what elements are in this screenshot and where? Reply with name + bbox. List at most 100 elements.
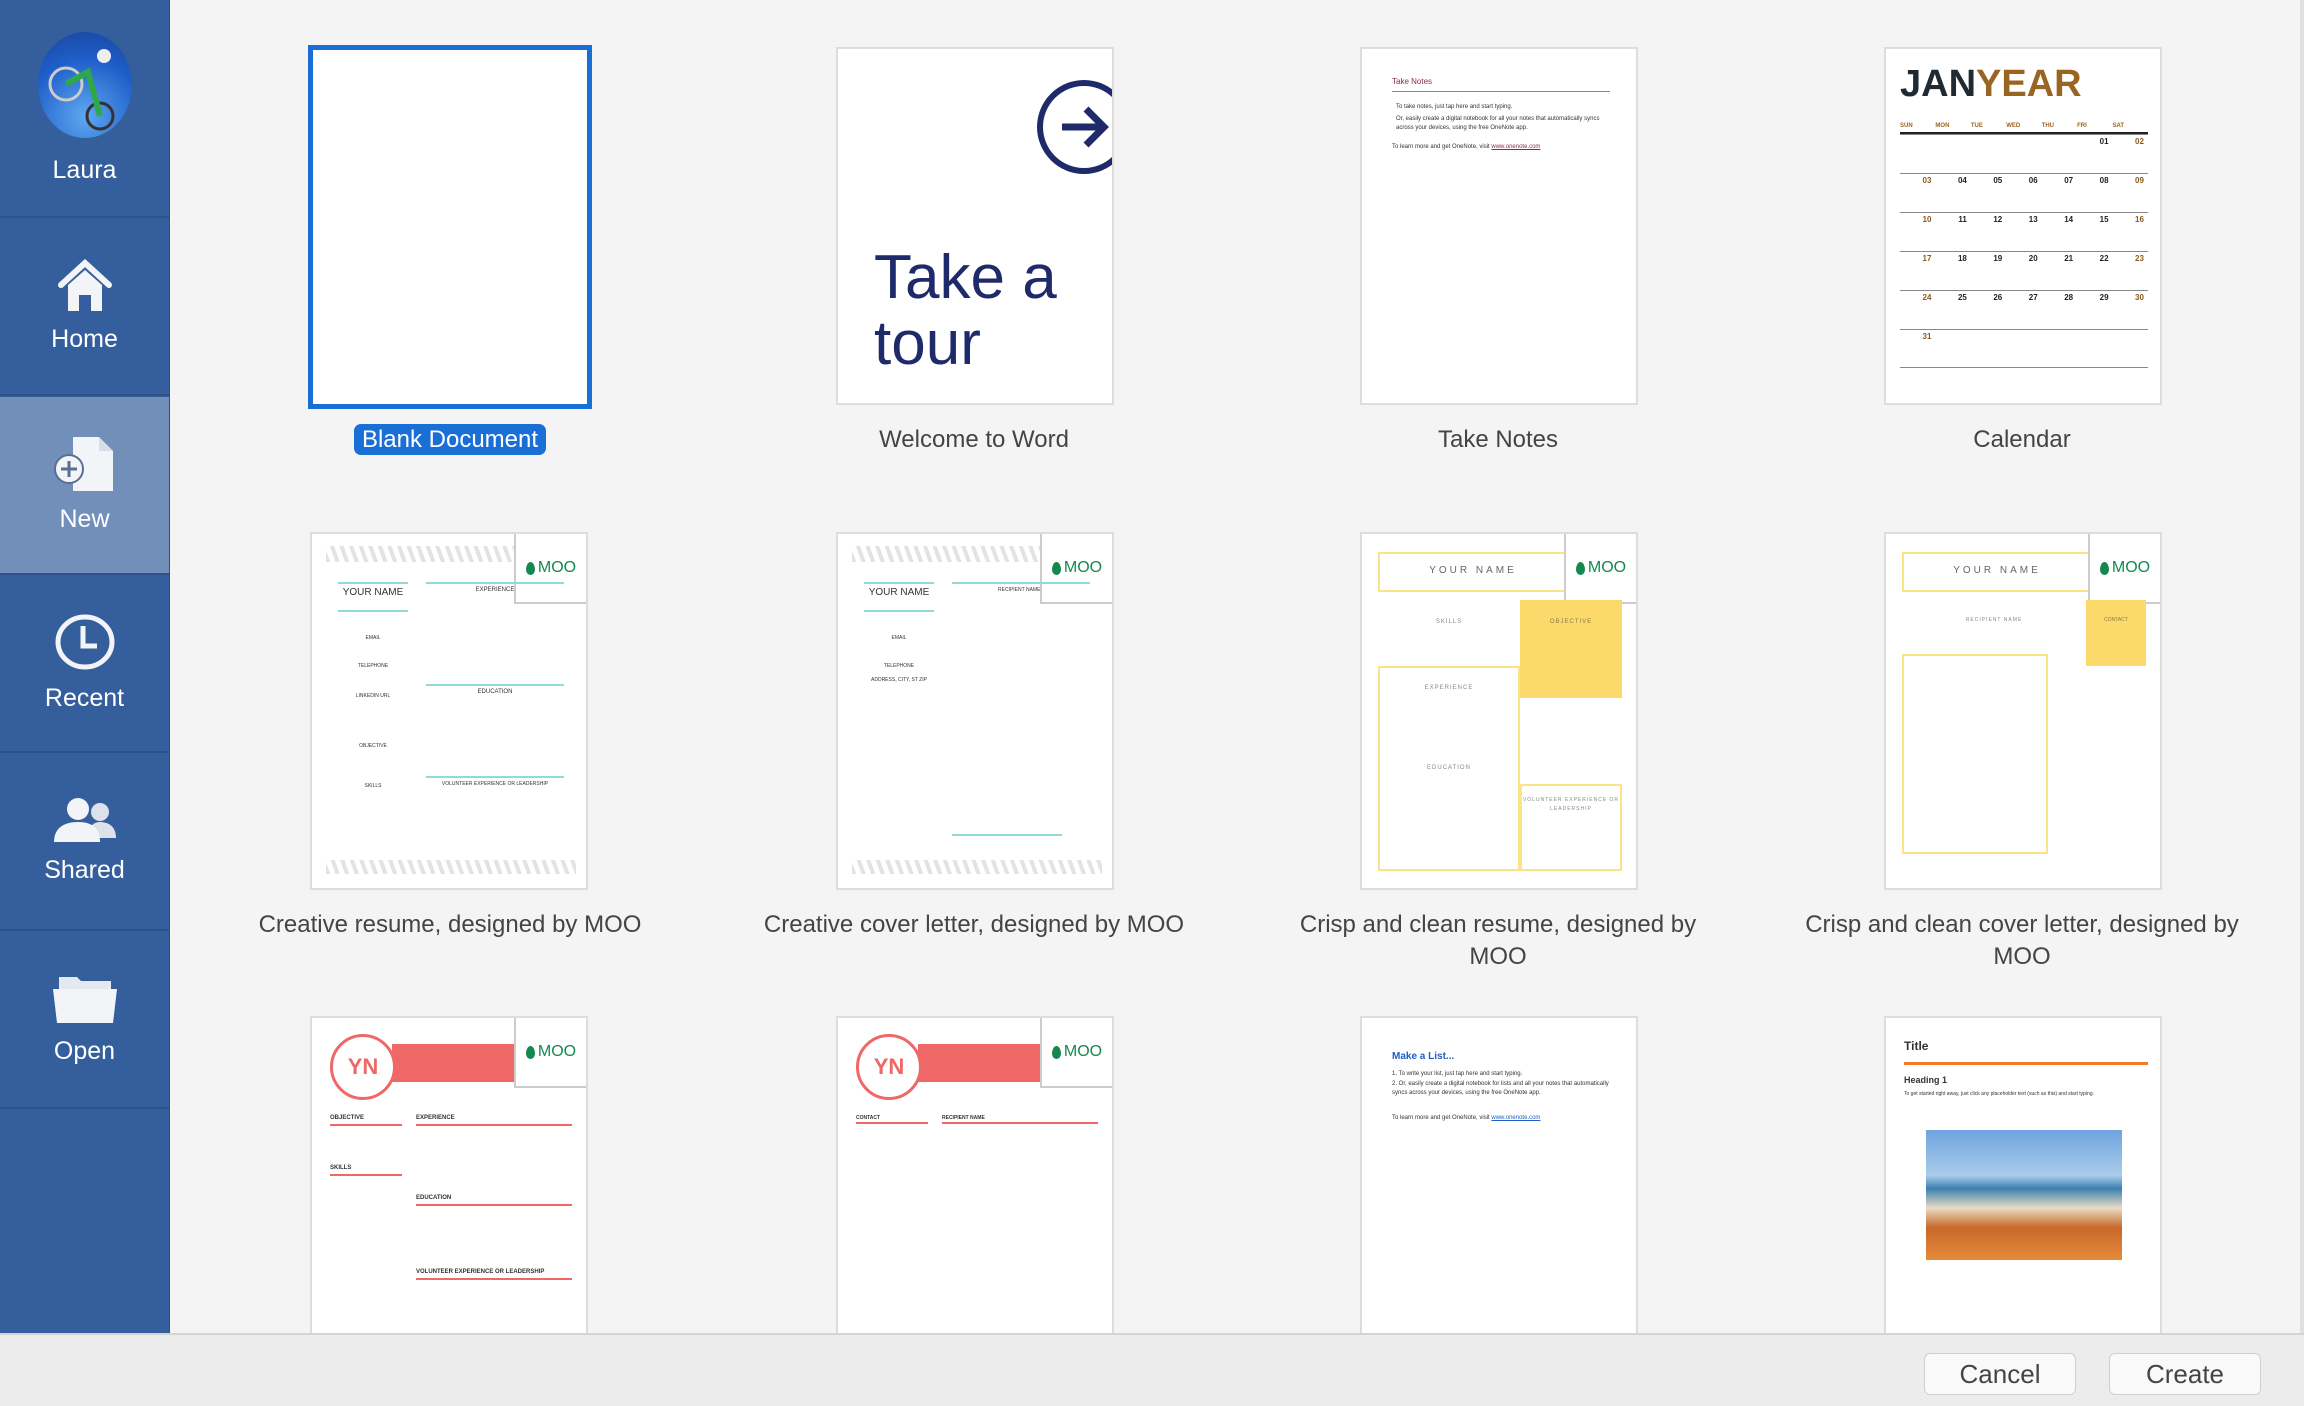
calendar-day-header: THU <box>2041 123 2055 129</box>
list-item: Or, easily create a digital notebook for… <box>1392 1081 1609 1096</box>
avatar <box>37 31 132 138</box>
calendar-day: 10 <box>1922 215 1932 224</box>
calendar-day: 09 <box>2135 176 2144 185</box>
resume-section: EXPERIENCE <box>1424 685 1474 691</box>
calendar-day: 04 <box>1957 176 1967 185</box>
template-make-a-list[interactable]: Make a List... 1. To write your list, ju… <box>1360 1016 1638 1374</box>
calendar-day: 05 <box>1993 176 2003 185</box>
template-label: Calendar <box>1973 426 2071 453</box>
list-footer: To learn more and get OneNote, visit www… <box>1392 1115 1541 1121</box>
calendar-day: 31 <box>1922 332 1932 341</box>
doc-body: To get started right away, just click an… <box>1904 1091 2094 1097</box>
calendar-day: 08 <box>2099 176 2109 185</box>
tour-title: Take a tour <box>874 243 1057 378</box>
doc-title: Title <box>1904 1039 1929 1053</box>
calendar-day: 18 <box>1957 254 1967 263</box>
template-take-notes[interactable]: Take Notes To take notes, just tap here … <box>1360 47 1638 405</box>
sidebar-item-open[interactable]: Open <box>0 931 169 1109</box>
calendar-day-header: SAT <box>2112 123 2125 129</box>
calendar-day: 25 <box>1957 293 1967 302</box>
arrow-right-circle-icon <box>1037 80 1112 174</box>
calendar-day: 16 <box>2135 215 2144 224</box>
beach-photo <box>1926 1130 2122 1260</box>
template-label: Crisp and clean resume, designed by MOO <box>1299 911 1697 970</box>
calendar-day: 24 <box>1922 293 1932 302</box>
calendar-day: 07 <box>2064 176 2074 185</box>
template-calendar[interactable]: JANYEAR SUN MON TUE WED THU FRI SAT 01 02 03 04 05 0… <box>1884 47 2162 405</box>
resume-section: VOLUNTEER EXPERIENCE OR LEADERSHIP <box>416 1269 545 1275</box>
cancel-button[interactable]: Cancel <box>1924 1353 2076 1395</box>
template-creative-cover-letter[interactable]: MOO YOUR NAME EMAIL TELEPHONE ADDRESS, C… <box>836 532 1114 890</box>
calendar-day-header: MON <box>1935 123 1950 129</box>
create-button[interactable]: Create <box>2109 1353 2261 1395</box>
template-bold-resume[interactable]: YN MOO OBJECTIVE SKILLS EXPERIENCE EDUCA… <box>310 1016 588 1374</box>
notes-bullet: To take notes, just tap here and start t… <box>1396 104 1513 110</box>
sidebar-item-label: Shared <box>44 855 125 884</box>
calendar-day: 20 <box>2028 254 2038 263</box>
notes-bullet: Or, easily create a digital notebook for… <box>1396 116 1600 131</box>
template-crisp-cover-letter[interactable]: YOUR NAME MOO CONTACT RECIPIENT NAME <box>1884 532 2162 890</box>
calendar-day: 02 <box>2135 137 2144 146</box>
calendar-week: 10 11 12 13 14 15 16 <box>1900 212 2148 251</box>
template-blank-document[interactable] <box>308 45 592 409</box>
template-label: Blank Document <box>230 424 670 456</box>
template-title-heading[interactable]: Title Heading 1 To get started right awa… <box>1884 1016 2162 1374</box>
template-welcome-to-word[interactable]: Take a tour <box>836 47 1114 405</box>
sidebar-item-label: Open <box>53 1036 116 1065</box>
resume-section: VOLUNTEER EXPERIENCE OR LEADERSHIP <box>1522 797 1620 812</box>
dialog-footer: Cancel Create <box>0 1333 2304 1406</box>
calendar-day <box>2077 330 2112 367</box>
calendar-title: JANYEAR <box>1900 63 2082 105</box>
calendar-day <box>2042 330 2077 367</box>
calendar-day: 11 <box>1958 215 1967 224</box>
calendar-day: 27 <box>2028 293 2038 302</box>
calendar-day-header: FRI <box>2077 123 2087 129</box>
moo-logo: MOO <box>2088 534 2160 604</box>
notes-footer: To learn more and get OneNote, visit www… <box>1392 144 1541 150</box>
sidebar-item-new[interactable]: New <box>0 397 169 575</box>
list-item: To write your list, just tap here and st… <box>1398 1071 1523 1077</box>
calendar-day: 13 <box>2028 215 2038 224</box>
calendar-week: 01 02 <box>1900 134 2148 173</box>
calendar-week: 17 18 19 20 21 22 23 <box>1900 251 2148 290</box>
user-profile[interactable]: Laura <box>0 0 169 218</box>
sidebar-item-recent[interactable]: Recent <box>0 575 169 753</box>
template-creative-resume[interactable]: MOO YOUR NAME EMAIL TELEPHONE LINKEDIN U… <box>310 532 588 890</box>
sidebar-item-shared[interactable]: Shared <box>0 753 169 931</box>
sidebar-item-label: Home <box>51 324 118 353</box>
resume-name: YOUR NAME <box>1429 565 1517 576</box>
clock-icon <box>55 614 114 669</box>
people-icon <box>53 797 116 842</box>
calendar-day: 22 <box>2099 254 2109 263</box>
letter-side-label: ADDRESS, CITY, ST ZIP <box>871 677 927 683</box>
resume-section: VOLUNTEER EXPERIENCE OR LEADERSHIP <box>441 781 549 787</box>
doc-heading: Heading 1 <box>1904 1075 1948 1085</box>
letter-side-label: TELEPHONE <box>883 663 915 669</box>
template-bold-cover-letter[interactable]: YN MOO CONTACT RECIPIENT NAME <box>836 1016 1114 1374</box>
calendar-day-header: TUE <box>1970 123 1983 129</box>
calendar-day: 01 <box>2099 137 2109 146</box>
moo-logo: MOO <box>514 1018 586 1088</box>
resume-section: SKILLS <box>330 1165 352 1171</box>
calendar-day-header: SUN <box>1900 123 1913 129</box>
resume-section: OBJECTIVE <box>330 1115 365 1121</box>
resume-side-label: LINKEDIN URL <box>355 693 391 699</box>
letter-recipient: RECIPIENT NAME <box>998 587 1041 593</box>
user-name: Laura <box>52 155 117 184</box>
scrollbar[interactable] <box>2300 0 2304 1333</box>
resume-side-label: OBJECTIVE <box>359 743 387 749</box>
letter-name: YOUR NAME <box>1953 565 2041 576</box>
resume-side-label: SKILLS <box>364 783 382 789</box>
letter-recipient: RECIPIENT NAME <box>1965 617 2023 623</box>
sidebar-item-label: New <box>59 504 110 533</box>
resume-section: EDUCATION <box>416 1195 452 1201</box>
calendar-day <box>2113 330 2148 367</box>
resume-section: EDUCATION <box>1427 765 1471 771</box>
template-label: Welcome to Word <box>879 426 1069 453</box>
template-crisp-resume[interactable]: YOUR NAME MOO OBJECTIVE SKILLS EXPERIENC… <box>1360 532 1638 890</box>
calendar-day <box>1935 135 1970 173</box>
calendar-day: 28 <box>2064 293 2074 302</box>
sidebar-item-home[interactable]: Home <box>0 218 169 396</box>
resume-section: EXPERIENCE <box>475 587 515 593</box>
template-label: Crisp and clean cover letter, designed b… <box>1805 911 2239 970</box>
